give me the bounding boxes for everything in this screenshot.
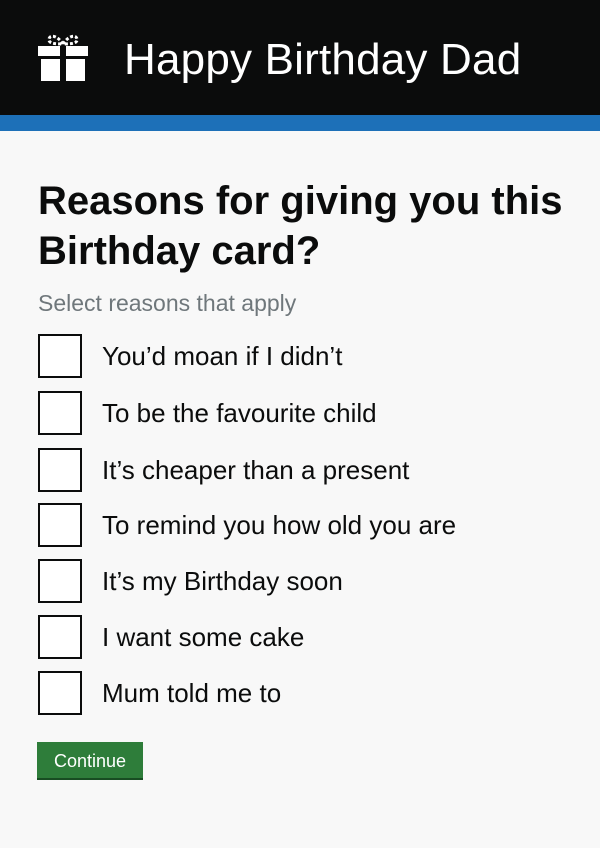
checkbox-label[interactable]: To remind you how old you are — [102, 509, 456, 541]
header-stripe — [0, 115, 600, 131]
checkbox[interactable] — [38, 615, 82, 659]
checkbox-option[interactable]: To be the favourite child — [38, 391, 578, 437]
checkbox-label[interactable]: You’d moan if I didn’t — [102, 340, 342, 372]
checkbox[interactable] — [38, 671, 82, 715]
header-bar: Happy Birthday Dad — [0, 0, 600, 115]
checkbox-option[interactable]: It’s my Birthday soon — [38, 559, 578, 605]
checkbox-label[interactable]: Mum told me to — [102, 677, 281, 709]
checkbox[interactable] — [38, 334, 82, 378]
checkbox-option[interactable]: You’d moan if I didn’t — [38, 334, 578, 380]
question-heading: Reasons for giving you this Birthday car… — [38, 179, 563, 273]
checkbox[interactable] — [38, 391, 82, 435]
hint-text: Select reasons that apply — [38, 290, 297, 316]
checkbox[interactable] — [38, 448, 82, 492]
continue-button[interactable]: Continue — [37, 742, 143, 780]
checkbox-option[interactable]: I want some cake — [38, 615, 578, 661]
checkbox-option[interactable]: Mum told me to — [38, 671, 578, 717]
header-title: Happy Birthday Dad — [124, 35, 522, 84]
checkbox-label[interactable]: It’s cheaper than a present — [102, 454, 409, 486]
checkbox-label[interactable]: I want some cake — [102, 621, 304, 653]
checkbox[interactable] — [38, 503, 82, 547]
gift-icon — [38, 34, 88, 81]
checkbox-label[interactable]: It’s my Birthday soon — [102, 565, 343, 597]
checkbox-label[interactable]: To be the favourite child — [102, 397, 377, 429]
checkbox-option[interactable]: To remind you how old you are — [38, 503, 578, 549]
checkbox[interactable] — [38, 559, 82, 603]
checkbox-option[interactable]: It’s cheaper than a present — [38, 448, 578, 494]
